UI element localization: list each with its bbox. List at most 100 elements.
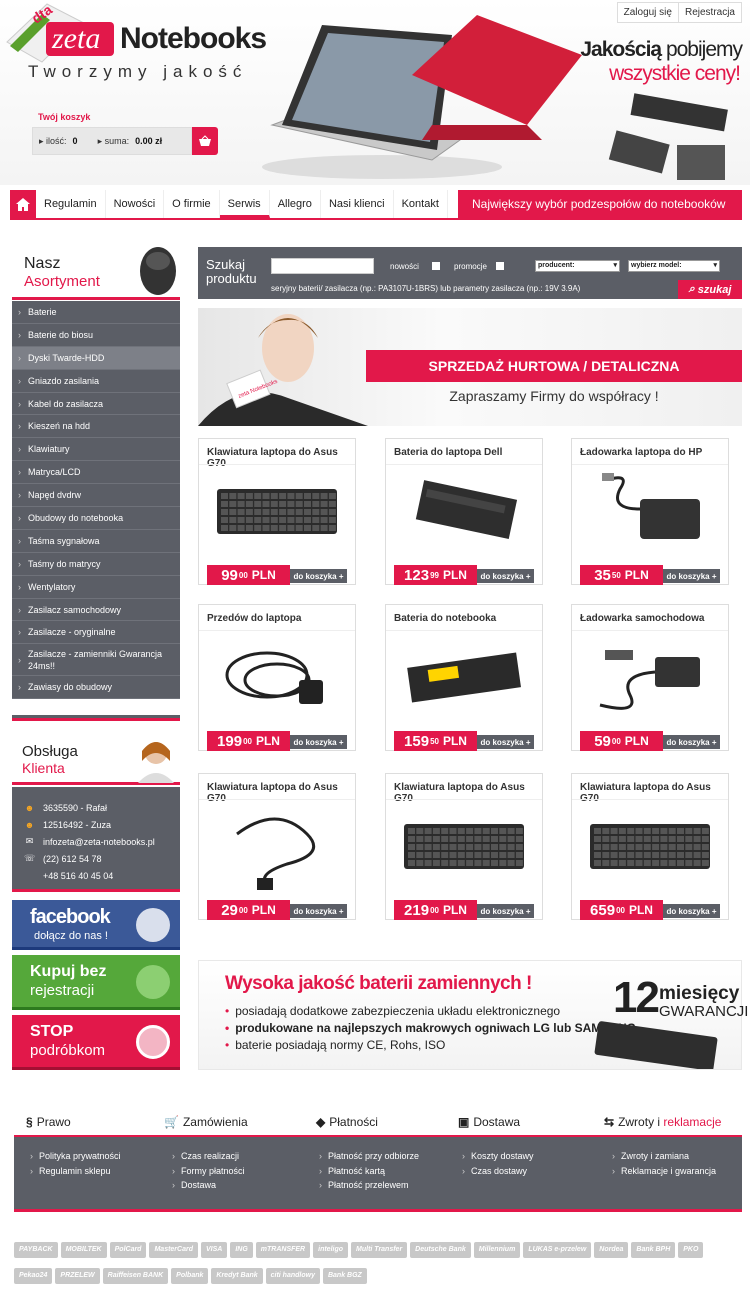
add-to-cart-button[interactable]: do koszyka + — [663, 904, 720, 918]
category-item[interactable]: Dyski Twarde-HDD — [12, 346, 180, 370]
category-item[interactable]: Gniazdo zasilania — [12, 370, 180, 393]
category-item[interactable]: Zasilacz samochodowy — [12, 599, 180, 622]
product-title[interactable]: Klawiatura laptopa do Asus G70 — [580, 782, 728, 804]
filter-promo-checkbox[interactable] — [496, 262, 504, 270]
footer-link[interactable]: Czas dostawy — [462, 1164, 534, 1179]
service-title: Obsługa — [22, 743, 78, 760]
category-item[interactable]: Zasilacze - zamienniki Gwarancja 24ms!! — [12, 644, 180, 677]
nav-kontakt[interactable]: Kontakt — [394, 190, 448, 218]
footer-link[interactable]: Polityka prywatności — [30, 1149, 121, 1164]
product-image[interactable] — [580, 804, 720, 892]
add-to-cart-button[interactable]: do koszyka + — [290, 904, 347, 918]
search-input[interactable] — [271, 258, 374, 274]
product-card[interactable]: Klawiatura laptopa do Asus G70 21900PLN … — [385, 773, 543, 920]
footer-link[interactable]: Koszty dostawy — [462, 1149, 534, 1164]
category-item[interactable]: Kieszeń na hdd — [12, 415, 180, 439]
product-title[interactable]: Bateria do laptopa Dell — [394, 447, 502, 458]
product-title[interactable]: Klawiatura laptopa do Asus G70 — [207, 782, 355, 804]
category-item[interactable]: Obudowy do notebooka — [12, 507, 180, 530]
product-image[interactable] — [580, 469, 720, 557]
product-card[interactable]: Klawiatura laptopa do Asus G70 65900PLN … — [571, 773, 729, 920]
product-image[interactable] — [207, 635, 347, 723]
category-item[interactable]: Wentylatory — [12, 576, 180, 599]
nav-nowosci[interactable]: Nowości — [106, 190, 165, 218]
product-image[interactable] — [394, 804, 534, 892]
product-title[interactable]: Bateria do notebooka — [394, 613, 496, 624]
divider — [386, 799, 542, 800]
model-select[interactable]: wybierz model: ▾ — [628, 260, 720, 272]
product-title[interactable]: Klawiatura laptopa do Asus G70 — [394, 782, 542, 804]
product-card[interactable]: Ładowarka laptopa do HP 35 50 PLN do koszy… — [571, 438, 729, 585]
footer-link[interactable]: Czas realizacji — [172, 1149, 245, 1164]
nav-allegro[interactable]: Allegro — [270, 190, 321, 218]
footer-link[interactable]: Regulamin sklepu — [30, 1164, 121, 1179]
contact-email[interactable]: ✉ infozeta@zeta-notebooks.pl — [24, 833, 180, 850]
add-to-cart-button[interactable]: do koszyka + — [477, 569, 534, 583]
product-image[interactable] — [394, 469, 534, 557]
category-item[interactable]: Zawiasy do obudowy — [12, 676, 180, 700]
product-card[interactable]: Klawiatura laptopa do Asus G70 9900PLN d… — [198, 438, 356, 585]
add-to-cart-button[interactable]: do koszyka + — [477, 904, 534, 918]
producer-select[interactable]: producent: ▾ — [535, 260, 620, 272]
nav-o-firmie[interactable]: O firmie — [164, 190, 220, 218]
add-to-cart-button[interactable]: do koszyka + — [477, 735, 534, 749]
footer-link[interactable]: Zwroty i zamiana — [612, 1149, 716, 1164]
footer-tab-icon: 🛒 — [164, 1115, 179, 1129]
category-item[interactable]: Baterie do biosu — [12, 324, 180, 347]
category-item[interactable]: Baterie — [12, 301, 180, 324]
category-item[interactable]: Klawiatury — [12, 438, 180, 462]
contact-phone: ☏ (22) 612 54 78 — [24, 853, 102, 864]
footer-link[interactable]: Płatność przy odbiorze — [319, 1149, 419, 1164]
product-title[interactable]: Przedów do laptopa — [207, 613, 301, 624]
category-item[interactable]: Taśma sygnałowa — [12, 530, 180, 553]
search-button[interactable]: ⌕ szukaj — [678, 280, 742, 299]
payment-logo: Kredyt Bank — [211, 1268, 263, 1284]
footer-link[interactable]: Reklamacje i gwarancja — [612, 1164, 716, 1179]
cart-button[interactable] — [192, 127, 218, 155]
category-item[interactable]: Taśmy do matrycy — [12, 553, 180, 576]
buy-without-registration-banner[interactable]: Kupuj bez rejestracji — [12, 955, 180, 1010]
contact-gg-zuza[interactable]: ☻ 12516492 - Zuza — [24, 816, 180, 833]
product-image[interactable] — [207, 469, 347, 557]
product-image[interactable] — [394, 635, 534, 723]
product-card[interactable]: Przedów do laptopa 199 00 PLN do koszyka + — [198, 604, 356, 751]
product-card[interactable]: Bateria do notebooka 159 50 PLN do koszyka… — [385, 604, 543, 751]
footer-tab: § Prawo — [26, 1115, 71, 1129]
contact-gg-rafal[interactable]: ☻ 3635590 - Rafał — [24, 799, 180, 816]
product-image[interactable] — [580, 635, 720, 723]
product-title[interactable]: Ładowarka samochodowa — [580, 613, 704, 624]
nav-serwis[interactable]: Serwis — [219, 190, 270, 218]
product-title[interactable]: Ładowarka laptopa do HP — [580, 447, 702, 458]
product-card[interactable]: Ładowarka samochodowa 59 00 PLN do koszyka… — [571, 604, 729, 751]
footer-link[interactable]: Płatność przelewem — [319, 1178, 419, 1193]
add-to-cart-button[interactable]: do koszyka + — [663, 735, 720, 749]
add-to-cart-button[interactable]: do koszyka + — [663, 569, 720, 583]
footer-links: Polityka prywatnościRegulamin sklepu — [30, 1149, 121, 1178]
logo-notebooks[interactable]: Notebooks — [120, 22, 267, 56]
add-to-cart-button[interactable]: do koszyka + — [290, 569, 347, 583]
add-to-cart-button[interactable]: do koszyka + — [290, 735, 347, 749]
stop-counterfeit-banner[interactable]: STOP podróbkom — [12, 1015, 180, 1070]
category-item[interactable]: Matryca/LCD — [12, 461, 180, 485]
category-item[interactable]: Zasilacze - oryginalne — [12, 621, 180, 645]
logo-zeta[interactable]: zeta — [46, 22, 114, 56]
nav-regulamin[interactable]: Regulamin — [36, 190, 106, 218]
product-card[interactable]: Klawiatura laptopa do Asus G70 2900PLN d… — [198, 773, 356, 920]
footer-link[interactable]: Formy płatności — [172, 1164, 245, 1179]
footer-link[interactable]: Płatność kartą — [319, 1164, 419, 1179]
divider — [572, 799, 728, 800]
wholesale-banner[interactable]: zeta Notebooks SPRZEDAŻ HURTOWA / DETALI… — [198, 308, 742, 426]
quality-banner[interactable]: Wysoka jakość baterii zamiennych ! posia… — [198, 960, 748, 1070]
filter-new-checkbox[interactable] — [432, 262, 440, 270]
facebook-banner[interactable]: facebook dołącz do nas ! — [12, 900, 180, 950]
product-title[interactable]: Klawiatura laptopa do Asus G70 — [207, 447, 355, 469]
home-icon — [16, 197, 30, 211]
product-card[interactable]: Bateria do laptopa Dell 123 99 PLN do kosz… — [385, 438, 543, 585]
nav-nasi-klienci[interactable]: Nasi klienci — [321, 190, 394, 218]
category-item[interactable]: Kabel do zasilacza — [12, 393, 180, 416]
divider — [386, 464, 542, 465]
home-button[interactable] — [10, 190, 36, 218]
product-image[interactable] — [207, 804, 347, 892]
footer-link[interactable]: Dostawa — [172, 1178, 245, 1193]
category-item[interactable]: Napęd dvdrw — [12, 484, 180, 508]
